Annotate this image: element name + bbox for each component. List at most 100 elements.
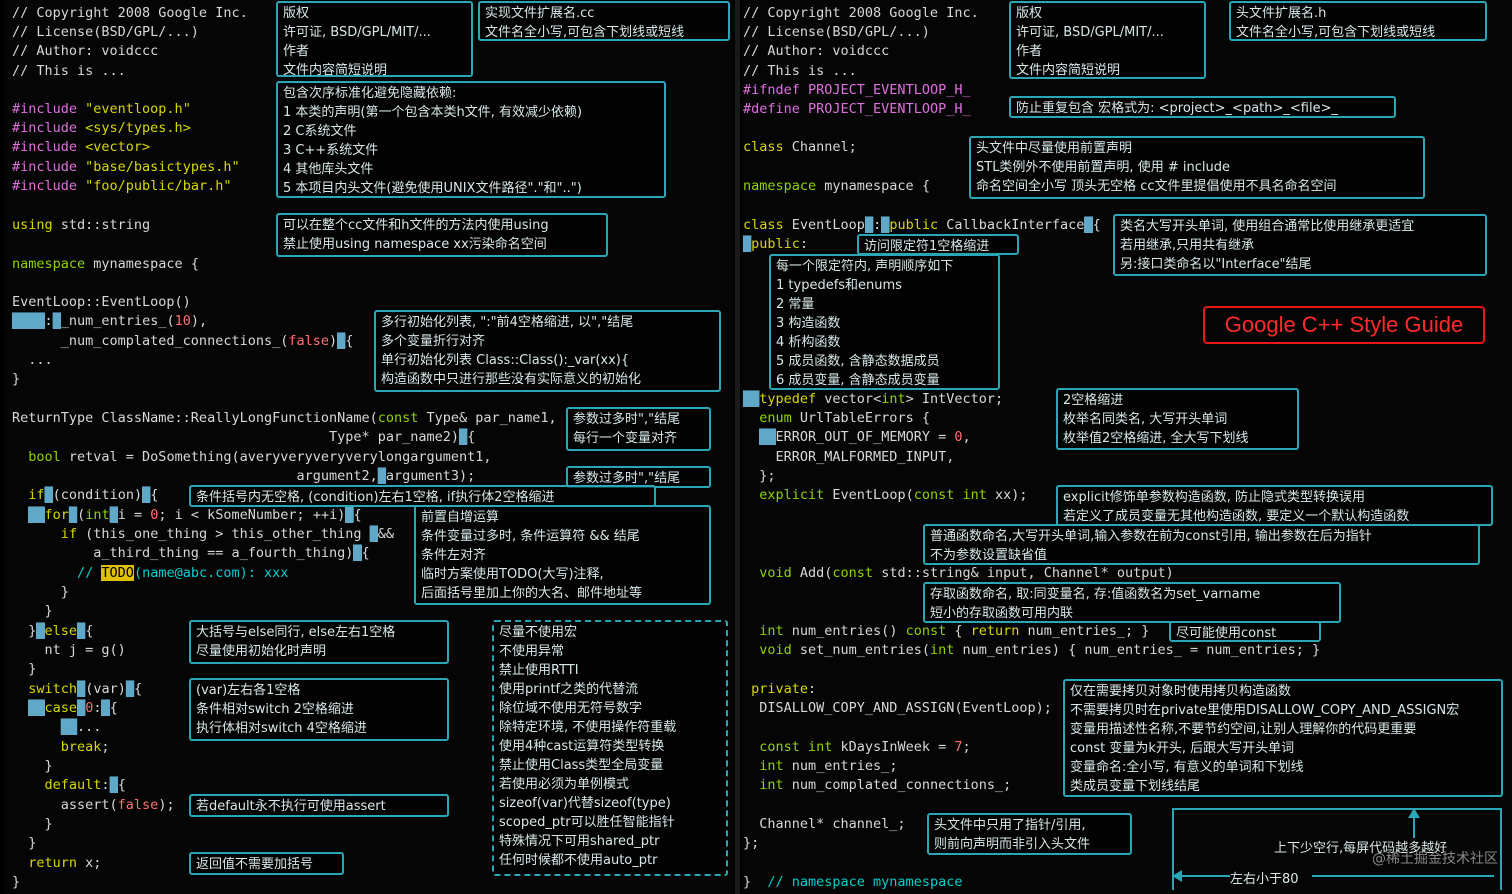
code-token: argument2, <box>12 468 378 484</box>
code-token: namespace <box>12 256 94 272</box>
code-token: argument3); <box>385 468 476 484</box>
code-token: #include <box>12 159 86 175</box>
code-token: UrlTableErrors { <box>799 410 930 426</box>
code-token: █ <box>109 777 118 793</box>
code-token: } <box>743 874 768 890</box>
code-line: ERROR_MALFORMED_INPUT, <box>743 448 955 467</box>
annotation-line: 头文件中只用了指针/引用, <box>934 818 1086 833</box>
code-token: // <box>77 565 102 581</box>
code-token: std::string& input, Channel* output) <box>881 565 1174 581</box>
annotation-line: 则前向声明而非引入头文件 <box>934 837 1091 852</box>
code-token: int <box>85 507 110 523</box>
code-token: #ifndef <box>743 82 809 98</box>
code-line: break; <box>12 738 110 757</box>
annotation-line: explicit修饰单参数构造函数, 防止隐式类型转换误用 <box>1063 490 1366 505</box>
code-token: enum <box>759 410 800 426</box>
func-name-note: 普通函数命名,大写开头单词,输入参数在前为const引用, 输出参数在后为指针不… <box>923 524 1480 565</box>
code-token: // Copyright 2008 Google Inc. <box>12 5 248 21</box>
code-token: █ <box>459 429 468 445</box>
code-token: int <box>759 623 792 639</box>
using-note: 可以在整个cc文件和h文件的方法内使用using 禁止使用using namesp… <box>276 213 608 257</box>
code-token: █ <box>369 526 378 542</box>
code-token: { <box>150 487 159 503</box>
code-token: Channel* channel_; <box>743 816 906 832</box>
code-token: num_entries) { num_entries_ = num_entrie… <box>962 642 1321 658</box>
code-token: int <box>881 391 906 407</box>
code-token: } <box>12 835 37 851</box>
code-token: ERROR_OUT_OF_MEMORY = <box>775 429 955 445</box>
code-token: return <box>28 855 78 871</box>
code-line: namespace mynamespace { <box>12 255 199 274</box>
annotation-line: 不为参数设置缺省值 <box>930 548 1048 563</box>
code-token: kDaysInWeek = <box>840 739 955 755</box>
code-token: { <box>133 681 143 697</box>
code-token: void <box>759 642 800 658</box>
annotation-line: 2 常量 <box>776 297 815 312</box>
code-token: #include <box>12 178 86 194</box>
code-line: Channel* channel_; <box>743 815 906 834</box>
code-line: ██... <box>12 718 101 737</box>
code-token: if <box>60 526 78 542</box>
annotation-line: 许可证, BSD/GPL/MIT/... <box>283 25 431 40</box>
code-token: : <box>873 217 882 233</box>
code-line: ██case█0:█{ <box>12 699 118 718</box>
code-line: // Copyright 2008 Google Inc. <box>743 4 979 23</box>
code-token: ( <box>77 507 86 523</box>
code-line: void set_num_entries(int num_entries) { … <box>743 641 1320 660</box>
code-token: else <box>44 623 78 639</box>
code-token: EventLoop::EventLoop() <box>12 294 191 310</box>
code-token: mynamespace { <box>824 178 930 194</box>
code-token: if <box>28 487 45 503</box>
code-token: private <box>751 681 809 697</box>
code-line: class Channel; <box>743 138 857 157</box>
code-line: assert(false); <box>12 796 175 815</box>
annotation-line: 2 C系统文件 <box>283 124 357 139</box>
annotation-line: 版权 <box>283 6 310 21</box>
code-token: false <box>288 333 329 349</box>
code-line: int num_entries_; <box>743 757 897 776</box>
annotation-line: 除位域不使用无符号数字 <box>499 701 643 716</box>
code-line: bool retval = DoSomething(averyveryveryv… <box>12 448 491 467</box>
init-list-note: 多行初始化列表, ":"前4空格缩进, 以","结尾 多个变量折行对齐 单行初始化列… <box>374 310 721 392</box>
code-line: a_third_thing == a_fourth_thing)█{ <box>12 544 370 563</box>
h-ext-note: 头文件扩展名.h 文件名全小写,可包含下划线或短线 <box>1229 1 1487 41</box>
annotation-line: 条件变量过多时, 条件运算符 && 结尾 <box>421 529 640 544</box>
annotation-line: 实现文件扩展名.cc <box>485 6 595 21</box>
code-line: ██for█(int█i = 0; i < kSomeNumber; ++i)█… <box>12 506 362 525</box>
annotation-line: 6 成员变量, 含静态成员变量 <box>776 373 940 388</box>
annotation-line: 前置自增运算 <box>421 510 500 525</box>
code-token: { <box>345 333 354 349</box>
guard-note: 防止重复包含 宏格式为: <project>_<path>_<file>_ <box>1009 96 1396 118</box>
include-order-note: 包含次序标准化避免隐藏依赖: 1 本类的声明(第一个包含本类h文件, 有效减少依赖… <box>276 81 666 198</box>
annotation-line: 使用printf之类的代替流 <box>499 682 639 697</box>
code-line: namespace mynamespace { <box>743 177 930 196</box>
annotation-line: (var)左右各1空格 <box>196 683 301 698</box>
code-token: PROJECT_EVENTLOOP_H_ <box>808 101 971 117</box>
annotation-line: 尽量使用初始化时声明 <box>196 644 327 659</box>
code-token: EventLoop( <box>832 487 914 503</box>
code-token: EventLoop <box>791 217 865 233</box>
code-token: , <box>962 429 971 445</box>
annotation-line: 文件名全小写,可包含下划线或短线 <box>1236 25 1436 40</box>
annotation-line: 4 析构函数 <box>776 335 841 350</box>
annotation-line: 若default永不执行可使用assert <box>196 799 386 814</box>
annotation-line: STL类例外不使用前置声明, 使用 # include <box>976 160 1230 175</box>
code-line: ████:█_num_entries_(10), <box>12 312 207 331</box>
code-token: ██ <box>759 429 776 445</box>
code-token: 10 <box>174 313 191 329</box>
code-token: // namespace mynamespace <box>767 874 963 890</box>
code-token: const <box>905 623 947 639</box>
code-token: int <box>929 642 963 658</box>
code-token: num_entries_; <box>791 758 898 774</box>
pane-divider <box>735 0 740 894</box>
code-token: } <box>12 874 21 890</box>
code-token: } <box>12 758 53 774</box>
annotation-line: 5 本项目内头文件(避免使用UNIX文件路径"."和"..") <box>283 181 582 196</box>
code-token: : <box>799 236 809 252</box>
